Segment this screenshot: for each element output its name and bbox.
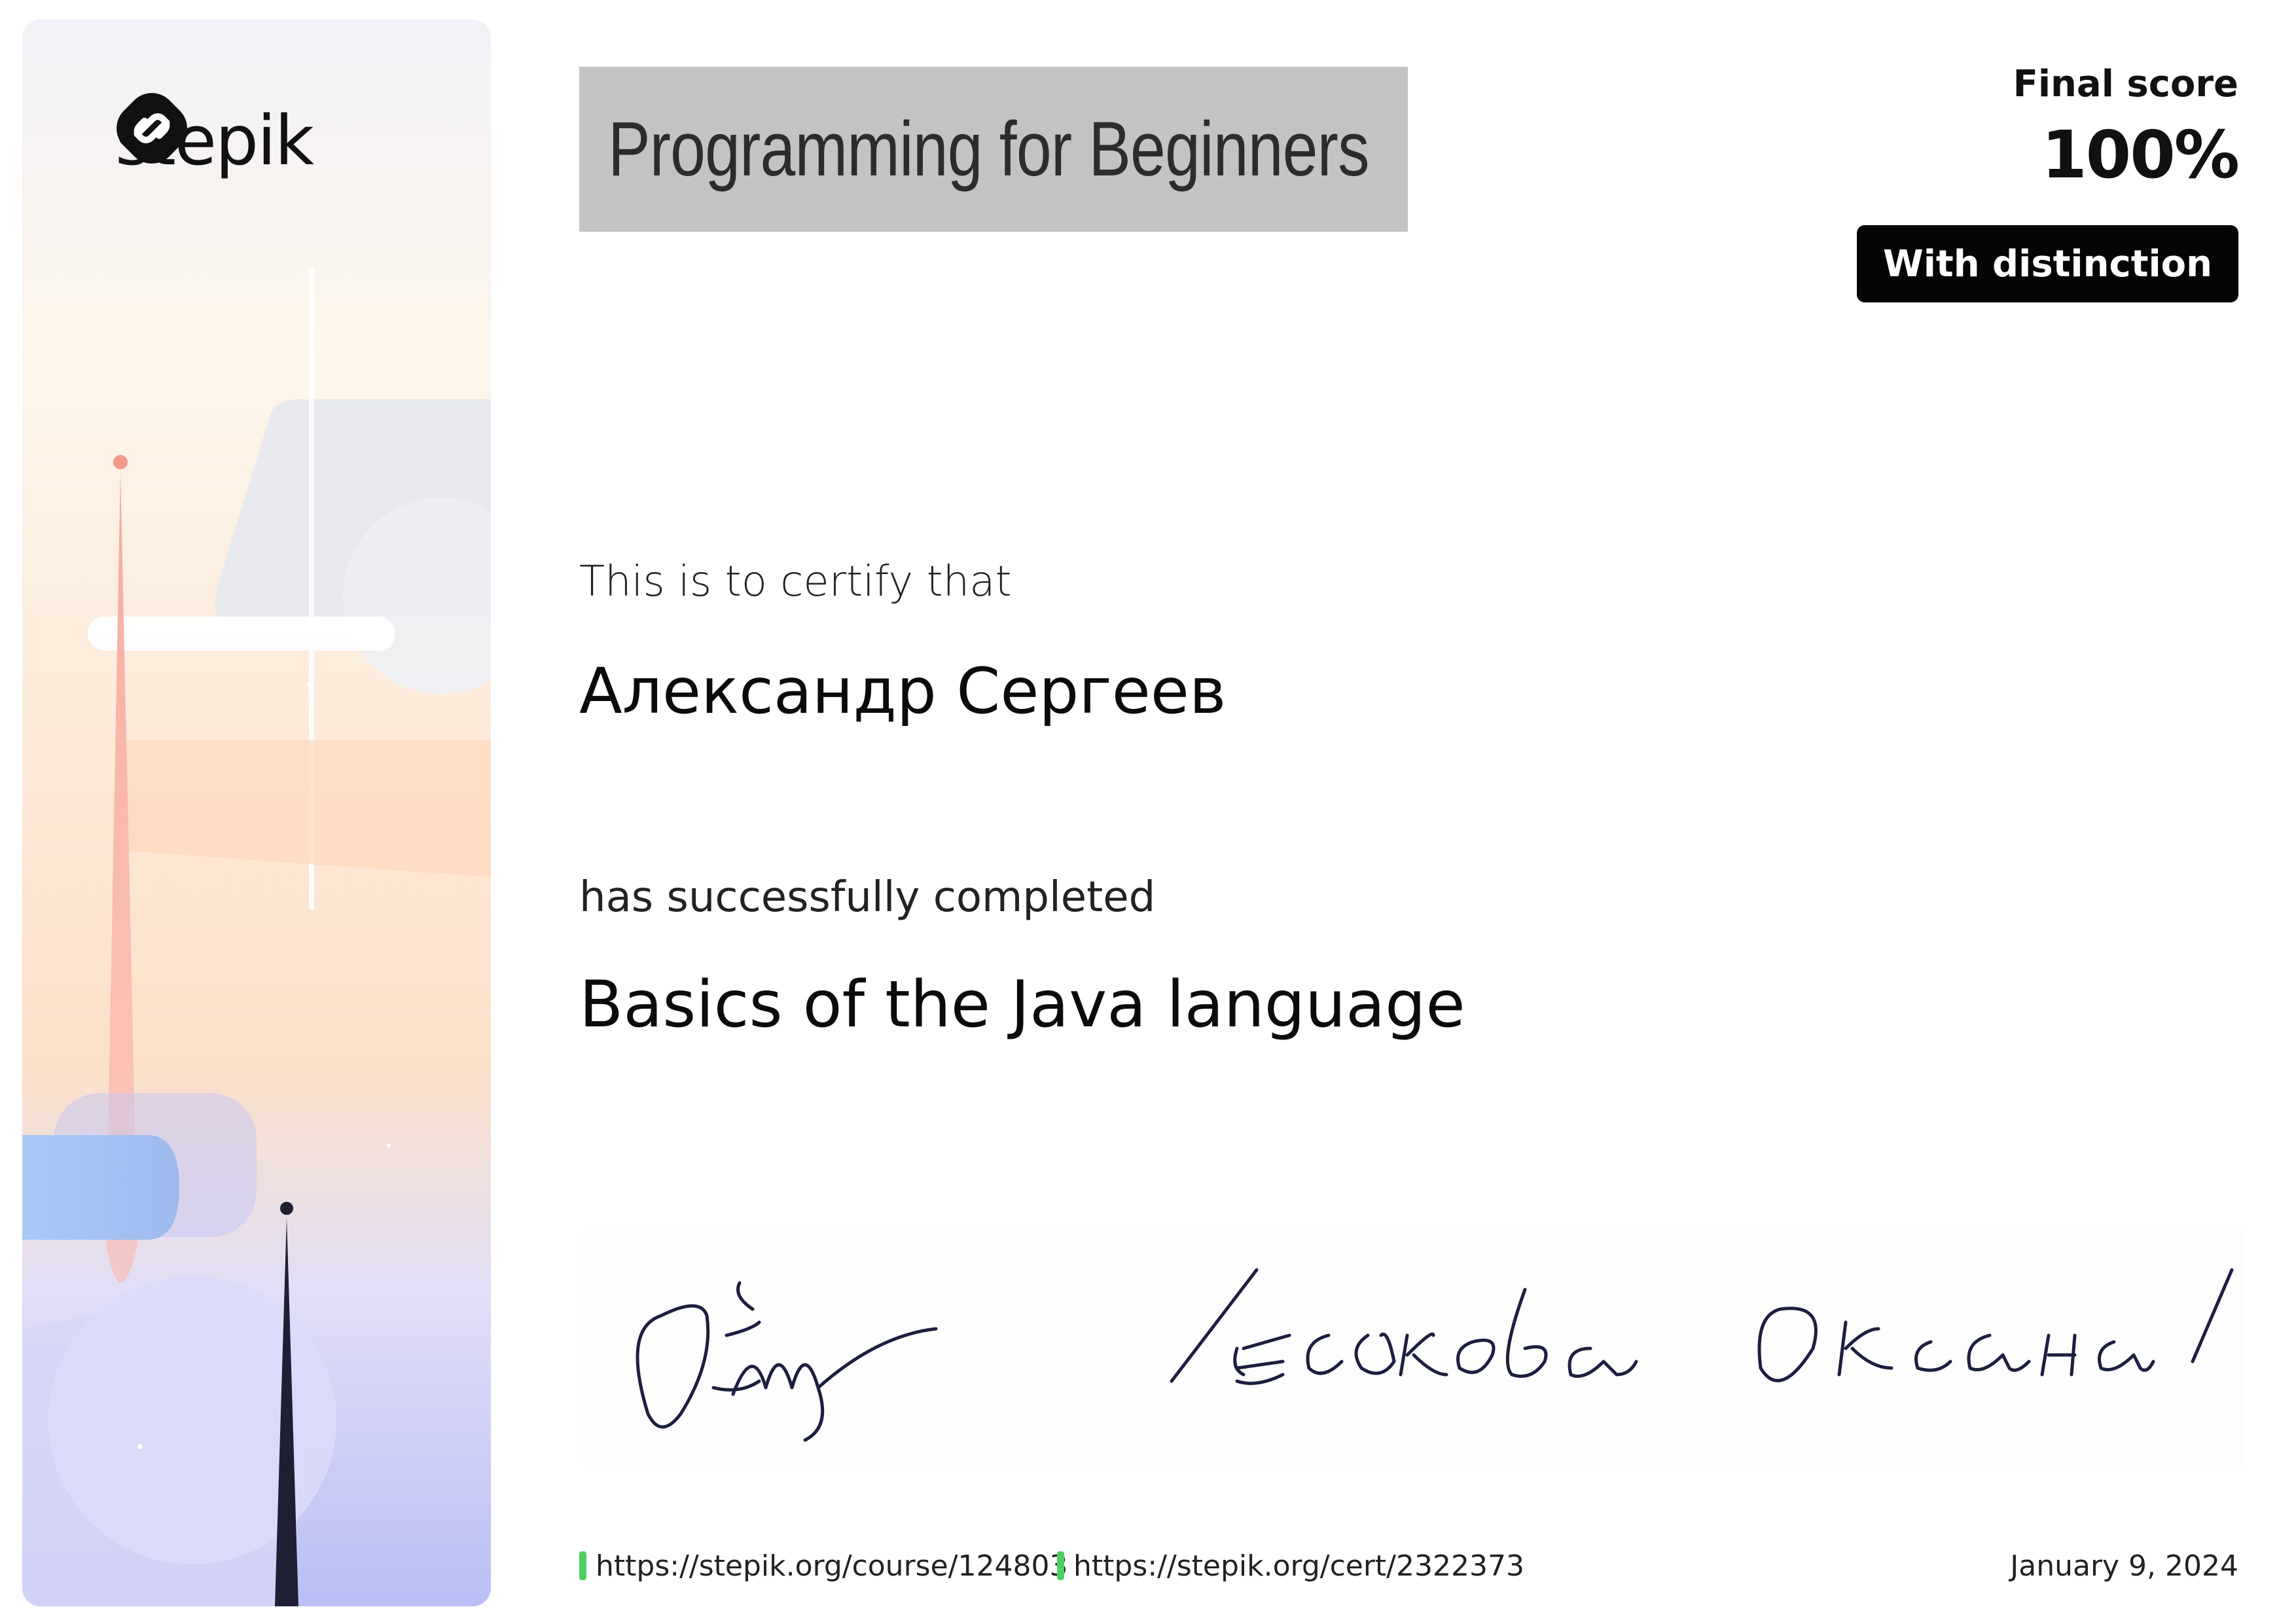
certificate-link[interactable]: https://stepik.org/cert/2322373 bbox=[1057, 1546, 1524, 1585]
stepik-logo: stepik bbox=[115, 92, 314, 190]
final-score-label: Final score bbox=[2013, 63, 2238, 105]
course-title: Basics of the Java language bbox=[579, 967, 1465, 1042]
issue-date: January 9, 2024 bbox=[2010, 1549, 2238, 1583]
completion-intro: has successfully completed bbox=[579, 873, 1156, 922]
decorative-side-panel: stepik bbox=[22, 20, 491, 1606]
course-url[interactable]: https://stepik.org/course/124803 bbox=[596, 1549, 1067, 1583]
cert-url[interactable]: https://stepik.org/cert/2322373 bbox=[1073, 1549, 1524, 1583]
distinction-badge: With distinction bbox=[1856, 225, 2238, 302]
decorative-artwork bbox=[22, 268, 491, 1606]
course-link[interactable]: https://stepik.org/course/124803 bbox=[579, 1546, 1067, 1585]
link-marker-icon bbox=[1057, 1551, 1064, 1580]
course-tag: Programming for Beginners bbox=[579, 67, 1408, 232]
link-marker-icon bbox=[579, 1551, 586, 1580]
certify-intro: This is to certify that bbox=[579, 558, 1012, 606]
course-tag-label: Programming for Beginners bbox=[608, 106, 1369, 192]
recipient-name: Александр Сергеев bbox=[579, 655, 1227, 728]
signature-drawing bbox=[636, 1268, 2234, 1442]
handwritten-signature bbox=[583, 1231, 2245, 1466]
stepik-logo-icon bbox=[117, 93, 187, 164]
final-score-value: 100% bbox=[2041, 117, 2240, 193]
